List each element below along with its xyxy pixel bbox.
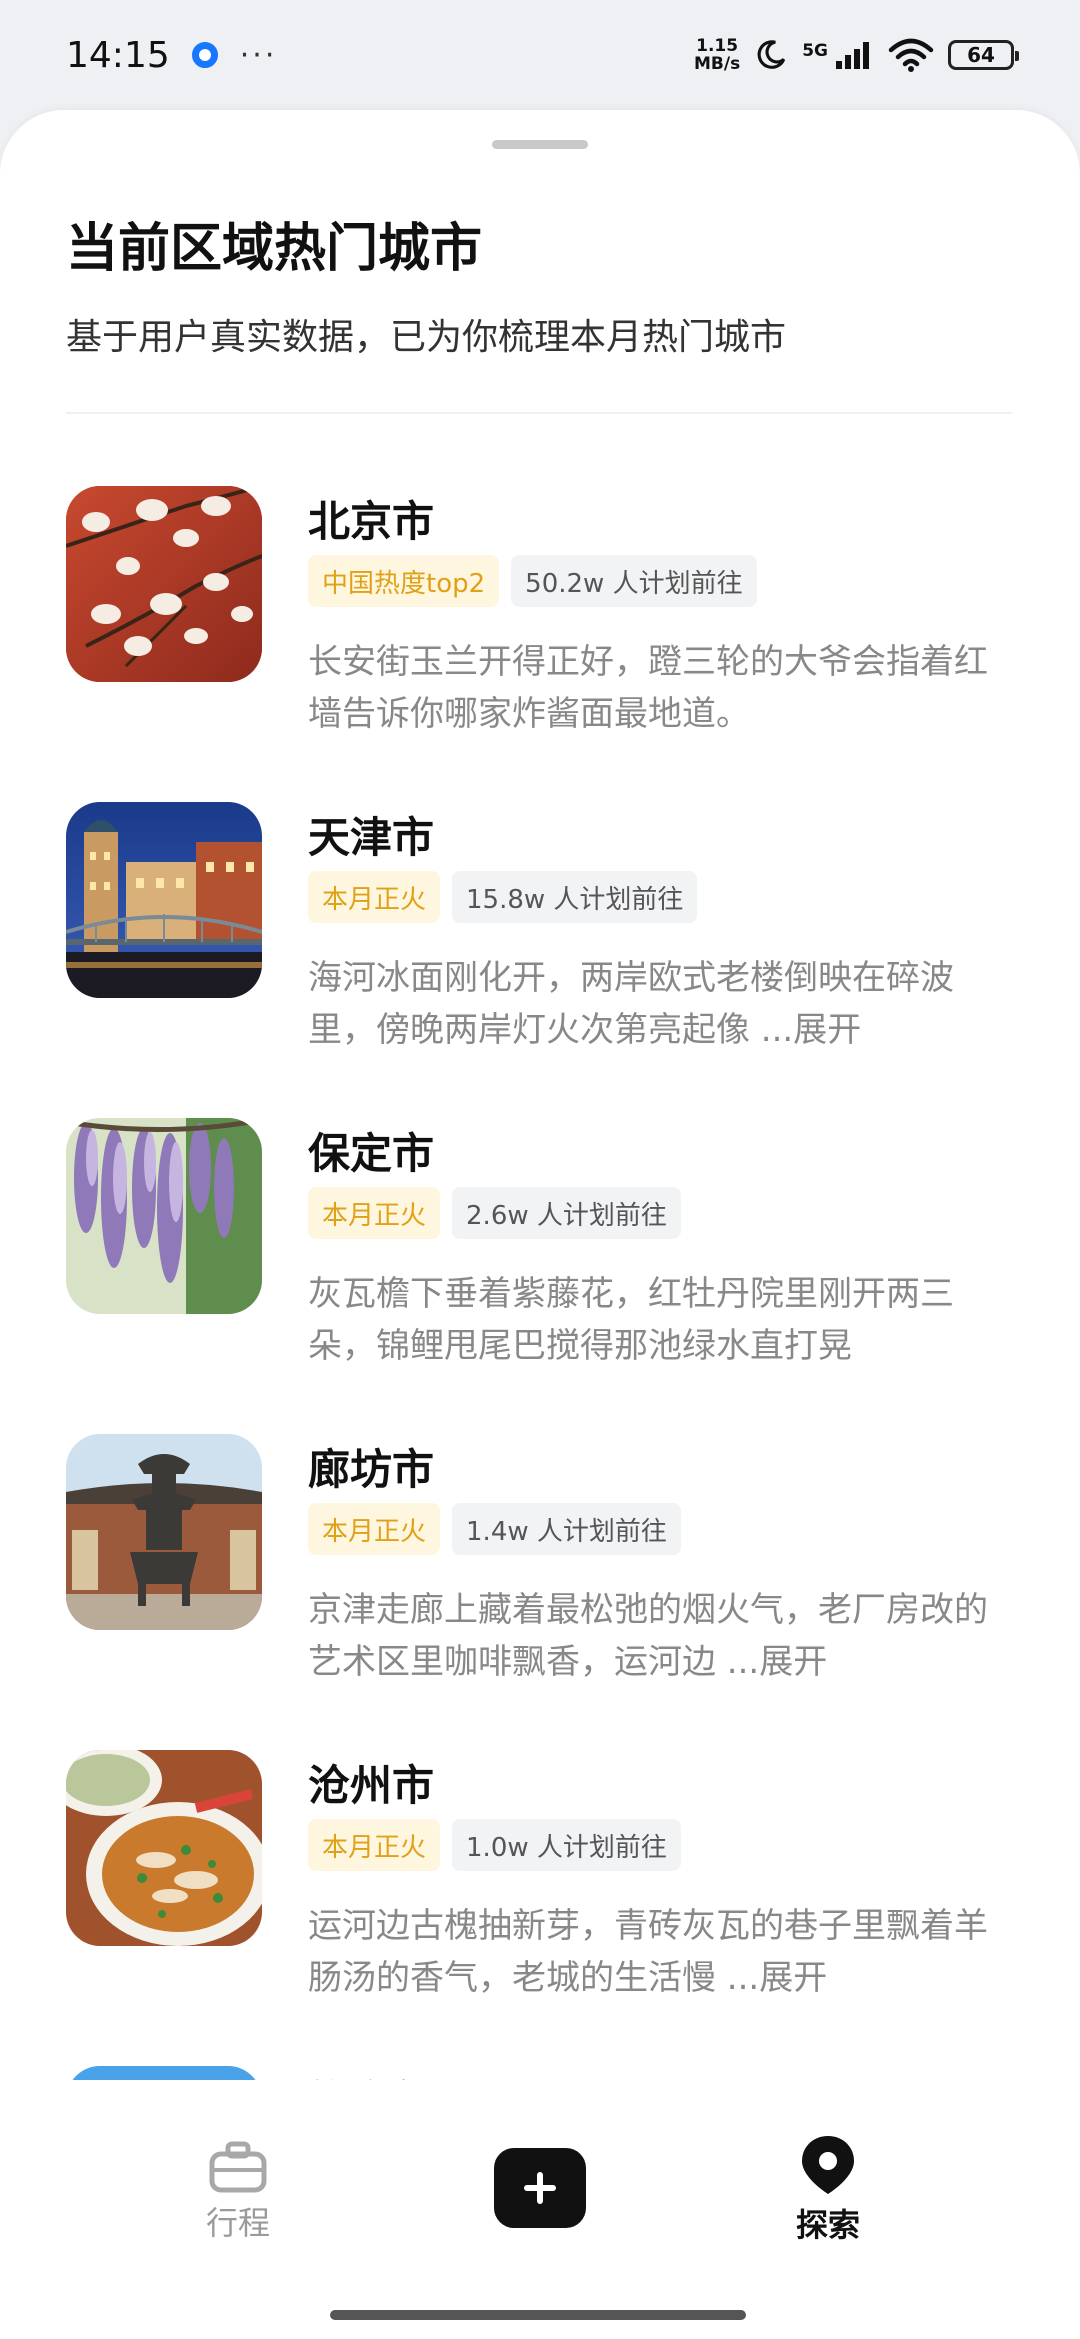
city-thumbnail-cangzhou	[66, 1750, 262, 1946]
wisteria-photo-icon	[66, 1118, 262, 1314]
city-item-beijing[interactable]: 北京市 中国热度top2 50.2w 人计划前往 长安街玉兰开得正好，蹬三轮的大…	[66, 486, 1012, 786]
battery-level: 64	[967, 43, 995, 67]
tab-trip-label: 行程	[206, 2204, 271, 2242]
city-thumbnail-langfang	[66, 1434, 262, 1630]
home-indicator[interactable]	[330, 2310, 746, 2320]
city-item-langfang[interactable]: 廊坊市 本月正火 1.4w 人计划前往 京津走廊上藏着最松弛的烟火气，老厂房改的…	[66, 1434, 1012, 1734]
city-description: 灰瓦檐下垂着紫藤花，红牡丹院里刚开两三朵，锦鲤甩尾巴搅得那池绿水直打晃	[308, 1274, 954, 1366]
suitcase-icon	[209, 2141, 267, 2193]
city-list[interactable]: 北京市 中国热度top2 50.2w 人计划前往 长安街玉兰开得正好，蹬三轮的大…	[0, 486, 1080, 2186]
plus-icon	[524, 2172, 556, 2204]
page-title: 当前区域热门城市	[66, 219, 483, 279]
do-not-disturb-moon-icon	[757, 40, 786, 69]
visitor-count-tag: 1.4w 人计划前往	[452, 1503, 681, 1555]
city-item-cangzhou[interactable]: 沧州市 本月正火 1.0w 人计划前往 运河边古槐抽新芽，青砖灰瓦的巷子里飘着羊…	[66, 1750, 1012, 2050]
temple-incense-burner-photo-icon	[66, 1434, 262, 1630]
visitor-count-tag: 2.6w 人计划前往	[452, 1187, 681, 1239]
bottom-navigation: 行程 探索	[0, 2080, 1080, 2339]
network-speed-value: 1.15	[696, 36, 739, 56]
divider	[66, 412, 1012, 414]
city-tags: 本月正火 1.4w 人计划前往	[308, 1503, 681, 1555]
city-tags: 本月正火 1.0w 人计划前往	[308, 1819, 681, 1871]
city-thumbnail-beijing	[66, 486, 262, 682]
page-subtitle: 基于用户真实数据，已为你梳理本月热门城市	[66, 317, 787, 358]
hot-cities-sheet: 当前区域热门城市 基于用户真实数据，已为你梳理本月热门城市 北京市 中国热度to…	[0, 110, 1080, 2339]
city-description: 长安街玉兰开得正好，蹬三轮的大爷会指着红墙告诉你哪家炸酱面最地道。	[308, 642, 988, 734]
network-speed-unit: MB/s	[694, 54, 741, 74]
tab-explore-label: 探索	[796, 2206, 861, 2244]
city-name: 天津市	[308, 813, 435, 862]
visitor-count-tag: 15.8w 人计划前往	[452, 871, 698, 923]
location-pin-icon	[802, 2136, 854, 2194]
noodle-soup-photo-icon	[66, 1750, 262, 1946]
city-tags: 本月正火 2.6w 人计划前往	[308, 1187, 681, 1239]
status-time: 14:15	[66, 34, 170, 76]
network-speed: 1.15 MB/s	[694, 37, 740, 73]
city-tags: 中国热度top2 50.2w 人计划前往	[308, 555, 757, 607]
status-bar-left: 14:15 ···	[66, 35, 277, 76]
tab-explore[interactable]: 探索	[796, 2134, 860, 2246]
tab-trip[interactable]: 行程	[206, 2140, 270, 2244]
more-notifications-icon: ···	[239, 37, 278, 73]
cellular-signal-icon	[836, 42, 869, 69]
city-name: 廊坊市	[308, 1445, 435, 1494]
hot-tag: 本月正火	[308, 1819, 441, 1871]
battery-icon: 64	[948, 40, 1019, 70]
tianjin-skyline-photo-icon	[66, 802, 262, 998]
city-name: 北京市	[308, 497, 435, 546]
status-bar: 14:15 ··· 1.15 MB/s 5G 64	[0, 0, 1080, 110]
app-notification-icon	[191, 42, 218, 68]
hot-tag: 本月正火	[308, 1187, 441, 1239]
city-description[interactable]: 海河冰面刚化开，两岸欧式老楼倒映在碎波里，傍晚两岸灯火次第亮起像 ...展开	[308, 952, 1012, 1056]
hot-tag: 本月正火	[308, 1503, 441, 1555]
visitor-count-tag: 1.0w 人计划前往	[452, 1819, 681, 1871]
city-item-tianjin[interactable]: 天津市 本月正火 15.8w 人计划前往 海河冰面刚化开，两岸欧式老楼倒映在碎波…	[66, 802, 1012, 1102]
city-thumbnail-tianjin	[66, 802, 262, 998]
visitor-count-tag: 50.2w 人计划前往	[511, 555, 757, 607]
city-name: 沧州市	[308, 1761, 435, 1810]
wifi-icon	[888, 38, 934, 72]
sheet-drag-handle[interactable]	[492, 140, 588, 149]
status-bar-right: 1.15 MB/s 5G 64	[694, 37, 1019, 73]
city-item-baoding[interactable]: 保定市 本月正火 2.6w 人计划前往 灰瓦檐下垂着紫藤花，红牡丹院里刚开两三朵…	[66, 1118, 1012, 1418]
city-thumbnail-baoding	[66, 1118, 262, 1314]
city-name: 保定市	[308, 1129, 435, 1178]
hot-tag: 中国热度top2	[308, 555, 500, 607]
magnolia-photo-icon	[66, 486, 262, 682]
hot-tag: 本月正火	[308, 871, 441, 923]
city-description[interactable]: 运河边古槐抽新芽，青砖灰瓦的巷子里飘着羊肠汤的香气，老城的生活慢 ...展开	[308, 1900, 1012, 2004]
add-button[interactable]	[494, 2148, 586, 2228]
city-tags: 本月正火 15.8w 人计划前往	[308, 871, 698, 923]
network-type: 5G	[802, 41, 828, 61]
city-description[interactable]: 京津走廊上藏着最松弛的烟火气，老厂房改的艺术区里咖啡飘香，运河边 ...展开	[308, 1584, 1012, 1688]
